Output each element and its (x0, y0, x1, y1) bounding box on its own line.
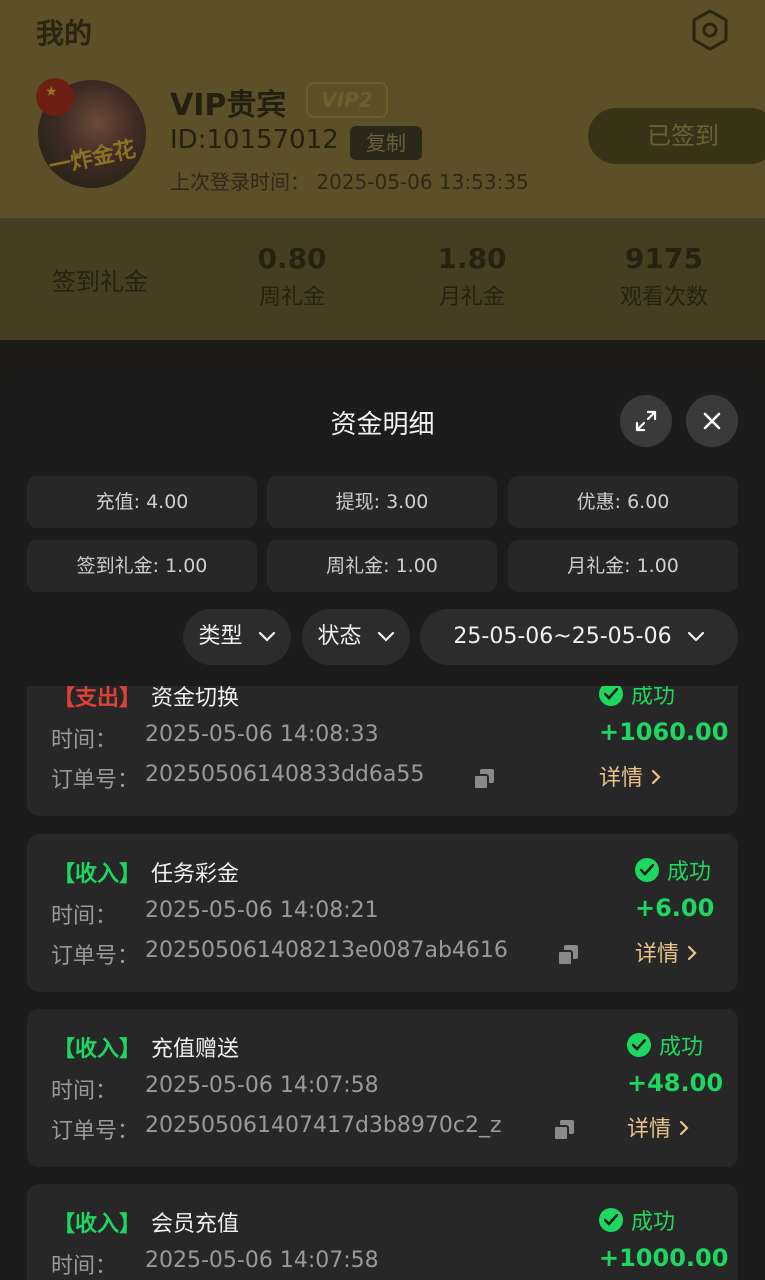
chevron-right-icon (687, 945, 697, 961)
check-icon (599, 1208, 623, 1232)
detail-label: 详情 (635, 942, 680, 967)
record-status: 成功 (599, 686, 676, 709)
last-login-time: 2025-05-06 13:53:35 (316, 170, 529, 194)
detail-link[interactable]: 详情 (635, 936, 698, 968)
time-label: 时间： (51, 1079, 118, 1104)
status-text: 成功 (631, 1210, 676, 1235)
close-button[interactable] (686, 395, 738, 447)
user-name: VIP贵宾 (170, 88, 287, 123)
user-id: ID:10157012 (170, 125, 339, 155)
copy-icon[interactable] (553, 1119, 575, 1141)
chevron-down-icon (377, 631, 394, 642)
settings-button[interactable] (688, 8, 732, 52)
record-amount: +6.00 (635, 894, 715, 922)
order-label: 订单号： (51, 768, 140, 793)
stats-title: 签到礼金 (52, 268, 148, 296)
summary-promotion: 优惠: 6.00 (508, 476, 738, 528)
order-number: 202505061408213e0087ab4616 (145, 938, 508, 963)
page-title: 我的 (36, 17, 93, 50)
detail-label: 详情 (599, 766, 644, 791)
profile-page: 我的 一炸金花 ★ VIP贵宾 VIP2 ID:10157012 复制 上次登录… (0, 0, 765, 400)
record-card: 【收入】 会员充值 时间： 2025-05-06 14:07:58 成功 +10… (27, 1184, 738, 1280)
stat-value: 0.80 (257, 242, 327, 275)
record-title: 会员充值 (151, 1212, 240, 1237)
check-icon (627, 1033, 651, 1057)
settings-icon (692, 9, 728, 51)
record-title: 充值赠送 (151, 1037, 240, 1062)
record-type-tag: 【收入】 (53, 1037, 142, 1062)
stat-monthly[interactable]: 1.80 月礼金 (392, 242, 552, 311)
summary-recharge: 充值: 4.00 (27, 476, 257, 528)
order-number: 20250506140833dd6a55 (145, 762, 425, 787)
status-filter-label: 状态 (317, 624, 362, 649)
record-amount: +48.00 (627, 1069, 724, 1097)
chevron-right-icon (679, 1120, 689, 1136)
date-range-filter[interactable]: 25-05-06~25-05-06 (420, 609, 738, 665)
summary-withdraw: 提现: 3.00 (267, 476, 497, 528)
record-card: 【支出】 资金切换 时间： 2025-05-06 14:08:33 订单号： 2… (27, 686, 738, 816)
record-time: 2025-05-06 14:07:58 (145, 1073, 379, 1098)
copy-icon[interactable] (557, 944, 579, 966)
record-card: 【收入】 充值赠送 时间： 2025-05-06 14:07:58 订单号： 2… (27, 1009, 738, 1167)
check-icon (635, 858, 659, 882)
type-filter[interactable]: 类型 (183, 609, 291, 665)
detail-link[interactable]: 详情 (599, 760, 662, 792)
time-label: 时间： (51, 1254, 118, 1279)
stat-label: 周礼金 (258, 285, 325, 310)
record-title: 任务彩金 (151, 862, 240, 887)
record-time: 2025-05-06 14:08:21 (145, 898, 379, 923)
record-status: 成功 (627, 1029, 704, 1060)
stat-label: 月礼金 (438, 285, 505, 310)
copy-icon[interactable] (473, 768, 495, 790)
avatar-logo-text: 一炸金花 (46, 137, 139, 180)
last-login-label: 上次登录时间： (170, 170, 310, 194)
date-range-label: 25-05-06~25-05-06 (453, 624, 672, 649)
stat-weekly[interactable]: 0.80 周礼金 (212, 242, 372, 311)
expand-button[interactable] (620, 395, 672, 447)
status-text: 成功 (667, 860, 712, 885)
chevron-down-icon (258, 631, 275, 642)
checkin-button[interactable]: 已签到 (588, 108, 765, 164)
type-filter-label: 类型 (198, 624, 243, 649)
summary-weekly-bonus: 周礼金: 1.00 (267, 540, 497, 592)
record-amount: +1060.00 (599, 718, 729, 746)
funds-detail-sheet: 资金明细 充值: 4.00 提现: 3.00 优惠: 6.00 签到礼金: 1.… (0, 374, 765, 1280)
chevron-down-icon (687, 631, 704, 642)
last-login: 上次登录时间： 2025-05-06 13:53:35 (170, 166, 529, 195)
record-card: 【收入】 任务彩金 时间： 2025-05-06 14:08:21 订单号： 2… (27, 834, 738, 992)
order-label: 订单号： (51, 944, 140, 969)
copy-id-button[interactable]: 复制 (350, 126, 422, 160)
stat-views[interactable]: 9175 观看次数 (584, 242, 744, 311)
record-time: 2025-05-06 14:07:58 (145, 1248, 379, 1273)
record-time: 2025-05-06 14:08:33 (145, 722, 379, 747)
close-icon (703, 412, 721, 430)
record-amount: +1000.00 (599, 1244, 729, 1272)
status-text: 成功 (659, 1035, 704, 1060)
expand-icon (635, 410, 657, 432)
summary-monthly-bonus: 月礼金: 1.00 (508, 540, 738, 592)
time-label: 时间： (51, 728, 118, 753)
detail-link[interactable]: 详情 (627, 1111, 690, 1143)
chevron-right-icon (651, 769, 661, 785)
stat-label: 观看次数 (619, 285, 708, 310)
check-icon (599, 686, 623, 706)
time-label: 时间： (51, 904, 118, 929)
record-type-tag: 【收入】 (53, 1212, 142, 1237)
records-list[interactable]: 【支出】 资金切换 时间： 2025-05-06 14:08:33 订单号： 2… (0, 686, 765, 1280)
order-label: 订单号： (51, 1119, 140, 1144)
status-text: 成功 (631, 686, 676, 709)
china-flag-icon: ★ (36, 78, 74, 116)
record-status: 成功 (635, 854, 712, 885)
status-filter[interactable]: 状态 (302, 609, 410, 665)
record-title: 资金切换 (151, 686, 240, 711)
detail-label: 详情 (627, 1117, 672, 1142)
record-type-tag: 【收入】 (53, 862, 142, 887)
stat-value: 9175 (625, 242, 703, 275)
summary-checkin-bonus: 签到礼金: 1.00 (27, 540, 257, 592)
record-status: 成功 (599, 1204, 676, 1235)
stat-value: 1.80 (437, 242, 507, 275)
order-number: 202505061407417d3b8970c2_z (145, 1113, 502, 1138)
vip-badge: VIP2 (306, 82, 388, 118)
record-type-tag: 【支出】 (53, 686, 142, 711)
